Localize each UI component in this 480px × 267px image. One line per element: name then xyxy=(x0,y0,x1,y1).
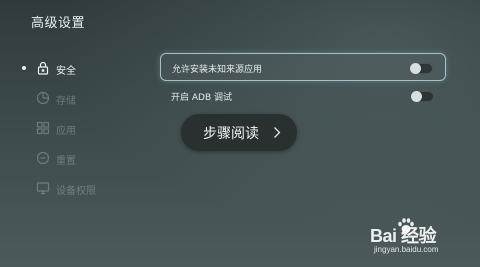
sidebar-item-device-permission[interactable]: 设备权限 xyxy=(18,174,138,204)
setting-row-unknown-sources[interactable]: 允许安装未知来源应用 xyxy=(160,53,446,81)
unknown-sources-toggle[interactable] xyxy=(409,63,433,74)
monitor-icon xyxy=(36,181,50,195)
paw-icon xyxy=(398,218,414,233)
reset-icon xyxy=(36,151,50,165)
sidebar-item-label: 安全 xyxy=(56,66,76,77)
sidebar: 安全 存储 应用 重置 设备权限 xyxy=(18,54,138,204)
toggle-knob xyxy=(411,91,422,102)
page-title: 高级设置 xyxy=(31,16,86,31)
setting-label: 开启 ADB 调试 xyxy=(171,93,232,103)
chevron-right-icon xyxy=(274,127,281,138)
sidebar-item-security[interactable]: 安全 xyxy=(18,54,138,84)
sidebar-item-storage[interactable]: 存储 xyxy=(18,84,138,114)
active-indicator-dot xyxy=(22,66,26,70)
storage-icon xyxy=(36,91,50,105)
sidebar-item-apps[interactable]: 应用 xyxy=(18,114,138,144)
toggle-knob xyxy=(410,63,421,74)
sidebar-item-label: 存储 xyxy=(56,96,76,107)
sidebar-item-label: 设备权限 xyxy=(56,186,96,197)
step-reading-button[interactable]: 步骤阅读 xyxy=(181,114,297,151)
baidu-watermark: Bai 经验 jingyan.baidu.com xyxy=(362,212,474,262)
setting-label: 允许安装未知来源应用 xyxy=(172,65,263,75)
adb-debug-toggle[interactable] xyxy=(410,91,434,102)
sidebar-item-reset[interactable]: 重置 xyxy=(18,144,138,174)
lock-icon xyxy=(36,61,50,75)
sidebar-item-label: 重置 xyxy=(56,156,76,167)
setting-row-adb-debug[interactable]: 开启 ADB 调试 xyxy=(160,82,446,110)
apps-icon xyxy=(36,121,50,135)
sidebar-item-label: 应用 xyxy=(56,126,76,137)
step-reading-label: 步骤阅读 xyxy=(203,126,259,142)
watermark-url: jingyan.baidu.com xyxy=(374,245,439,254)
